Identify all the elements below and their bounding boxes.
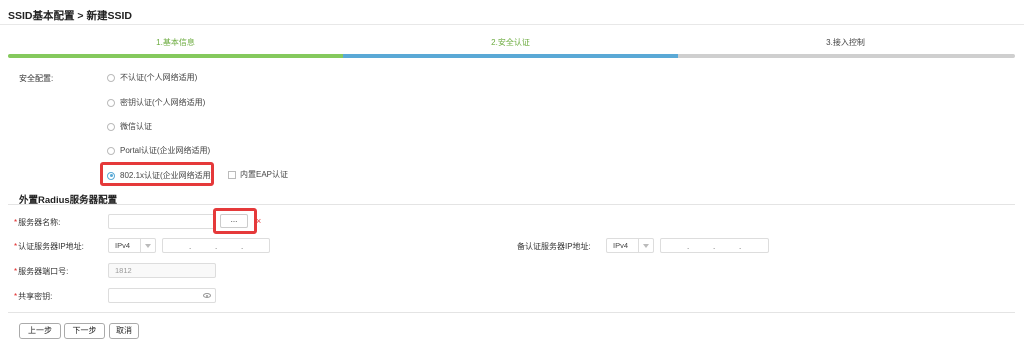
progress-segment-1 [8,54,343,58]
radio-button[interactable] [107,98,115,107]
section-divider [8,204,1015,205]
radio-option-wechat-auth[interactable]: 微信认证 [107,121,152,132]
cancel-button[interactable]: 取消 [109,323,139,339]
server-port-label: *服务器端口号: [14,267,69,276]
chevron-down-icon [638,239,653,252]
radio-label: 密钥认证(个人网络适用) [120,98,206,107]
progress-segment-2 [343,54,678,58]
radio-option-portal-auth[interactable]: Portal认证(企业网络适用) [107,145,210,156]
auth-ip-version-value: IPv4 [115,241,131,250]
builtin-eap-checkbox[interactable] [228,170,236,179]
radio-label: 不认证(个人网络适用) [120,73,198,82]
backup-server-ip-label: 备认证服务器IP地址: [517,242,591,251]
step-access-control[interactable]: 3.接入控制 [678,37,1013,48]
highlight-box-browse [213,208,257,234]
breadcrumb: SSID基本配置 > 新建SSID [8,10,132,22]
backup-ip-input[interactable]: . . . [660,238,769,253]
step-basic-info[interactable]: 1.基本信息 [8,37,343,48]
error-x-icon: × [256,216,262,226]
radio-button[interactable] [107,146,115,155]
ip-separator: . [189,242,192,251]
footer-divider [8,312,1015,313]
auth-ip-input[interactable]: . . . [162,238,270,253]
radio-option-key-auth[interactable]: 密钥认证(个人网络适用) [107,97,205,108]
server-name-label: *服务器名称: [14,218,61,227]
ip-separator: . [687,242,690,251]
radio-button[interactable] [107,122,115,131]
backup-ip-version-select[interactable]: IPv4 [606,238,654,253]
next-button[interactable]: 下一步 [64,323,105,339]
eye-icon[interactable] [203,293,211,298]
ip-separator: . [241,242,244,251]
step-security-auth[interactable]: 2.安全认证 [343,37,678,48]
prev-button[interactable]: 上一步 [19,323,61,339]
security-config-label: 安全配置: [19,74,54,83]
ip-separator: . [739,242,742,251]
radio-label: 微信认证 [120,122,152,131]
server-name-input[interactable] [108,214,216,229]
builtin-eap-checkbox-row[interactable]: 内置EAP认证 [228,169,288,180]
server-port-input[interactable]: 1812 [108,263,216,278]
ip-separator: . [713,242,716,251]
chevron-down-icon [140,239,155,252]
auth-server-ip-label: *认证服务器IP地址: [14,242,84,251]
radio-option-no-auth[interactable]: 不认证(个人网络适用) [107,72,197,83]
ip-separator: . [215,242,218,251]
auth-ip-version-select[interactable]: IPv4 [108,238,156,253]
header-divider [0,24,1024,25]
highlight-box-8021x [100,162,214,186]
radio-button[interactable] [107,73,115,82]
progress-segment-3 [678,54,1015,58]
shared-secret-label: *共享密钥: [14,292,53,301]
radio-label: Portal认证(企业网络适用) [120,146,211,155]
backup-ip-version-value: IPv4 [613,241,629,250]
shared-secret-input[interactable] [108,288,216,303]
builtin-eap-label: 内置EAP认证 [240,170,289,179]
